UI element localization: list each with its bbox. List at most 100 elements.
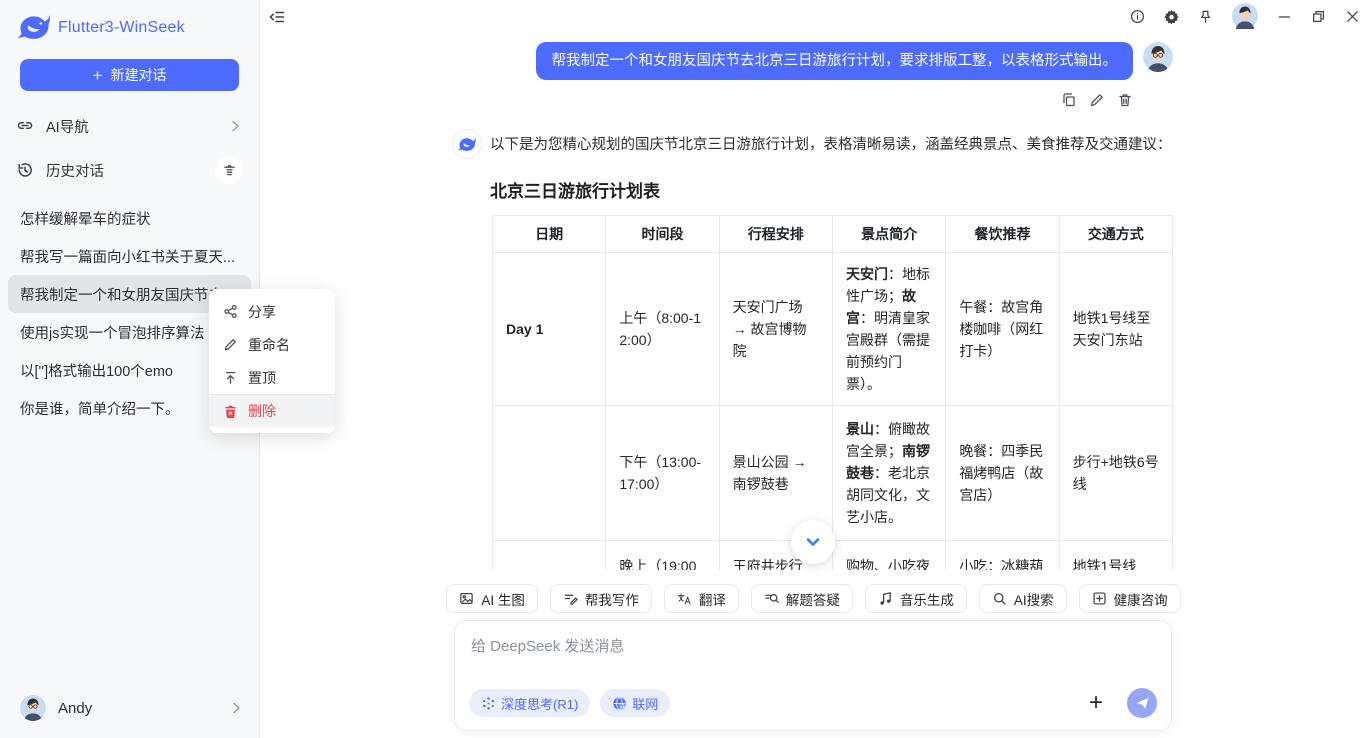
send-plane-icon [1135, 696, 1150, 711]
history-item-label: 你是谁，简单介绍一下。 [20, 398, 180, 419]
copy-icon[interactable] [1061, 92, 1077, 108]
plus-icon: + [93, 67, 103, 84]
history-item[interactable]: 帮我写一篇面向小红书关于夏天... [8, 237, 251, 275]
delete-icon [223, 404, 238, 419]
table-cell: 上午（8:00-12:00） [606, 253, 719, 406]
new-chat-label: 新建对话 [110, 65, 166, 85]
history-item-label: 使用js实现一个冒泡排序算法 [20, 322, 204, 343]
composer-tool-label: 联网 [632, 694, 658, 713]
table-header-cell: 时间段 [606, 216, 719, 253]
user-profile-row[interactable]: Andy [0, 686, 260, 730]
quick-action-chip[interactable]: 音乐生成 [865, 584, 967, 613]
table-cell: 景山：俯瞰故宫全景；南锣鼓巷：老北京胡同文化，文艺小店。 [832, 406, 945, 541]
new-chat-button[interactable]: + 新建对话 [20, 59, 239, 91]
link-icon [16, 117, 34, 135]
user-message-bubble: 帮我制定一个和女朋友国庆节去北京三日游旅行计划，要求排版工整，以表格形式输出。 [536, 42, 1134, 80]
context-menu-item[interactable]: 删除 [209, 394, 335, 427]
app-title: Flutter3-WinSeek [58, 19, 185, 37]
composer-tool-label: 深度思考(R1) [501, 694, 578, 713]
table-cell: 步行+地铁6号线 [1059, 406, 1172, 541]
table-cell: 下午（13:00-17:00） [606, 406, 719, 541]
delete-message-icon[interactable] [1117, 92, 1133, 108]
table-header-cell: 餐饮推荐 [946, 216, 1059, 253]
minimize-icon[interactable] [1277, 9, 1292, 24]
ai-nav-label: AI导航 [46, 116, 227, 137]
user-name: Andy [58, 700, 228, 717]
attach-plus-icon[interactable]: + [1083, 691, 1109, 715]
sidebar-item-ai-nav[interactable]: AI导航 [16, 111, 243, 141]
quick-action-label: 翻译 [699, 589, 726, 609]
search-icon [992, 591, 1007, 606]
quick-action-label: 健康咨询 [1114, 589, 1168, 609]
table-cell: Day 1 [493, 253, 606, 406]
itinerary-table-container: 日期时间段行程安排景点简介餐饮推荐交通方式Day 1上午（8:00-12:00）… [492, 215, 1173, 570]
composer: 深度思考(R1) 联网 + [454, 620, 1172, 731]
quick-action-chip[interactable]: 解题答疑 [751, 584, 853, 613]
quick-action-chip[interactable]: AI 生图 [446, 584, 538, 613]
history-item-label: 帮我写一篇面向小红书关于夏天... [20, 246, 235, 267]
context-menu: 分享 重命名 置顶 删除 [209, 289, 335, 433]
history-item-label: 以['']格式输出100个emo [20, 360, 173, 381]
settings-icon[interactable] [1164, 9, 1179, 24]
table-cell: 午餐：故宫角楼咖啡（网红打卡） [946, 253, 1059, 406]
context-menu-item[interactable]: 分享 [209, 295, 335, 328]
history-item[interactable]: 怎样缓解晕车的症状 [8, 199, 251, 237]
titlebar-user-avatar[interactable] [1232, 3, 1258, 29]
table-header-cell: 日期 [493, 216, 606, 253]
user-message-row: 帮我制定一个和女朋友国庆节去北京三日游旅行计划，要求排版工整，以表格形式输出。 [454, 42, 1173, 80]
sidebar-item-history[interactable]: 历史对话 [16, 155, 243, 185]
table-cell [493, 406, 606, 541]
pin-top-icon [223, 370, 238, 385]
edit-icon[interactable] [1089, 92, 1105, 108]
history-icon [16, 161, 34, 179]
titlebar [1130, 0, 1360, 32]
table-cell [493, 541, 606, 571]
expand-button[interactable] [791, 520, 835, 564]
quick-action-chip[interactable]: 翻译 [664, 584, 739, 613]
context-menu-item-label: 删除 [248, 401, 276, 421]
quick-action-chip[interactable]: AI搜索 [979, 584, 1067, 613]
share-icon [223, 304, 238, 319]
spark-icon [481, 696, 496, 711]
composer-tool-pill[interactable]: 联网 [600, 689, 670, 717]
quick-action-label: AI 生图 [481, 589, 525, 609]
quick-action-chip[interactable]: 健康咨询 [1079, 584, 1181, 613]
history-item-label: 帮我制定一个和女朋友国庆节去... [20, 284, 235, 305]
app-window: Flutter3-WinSeek + 新建对话 AI导航 历史对话 [0, 0, 1366, 738]
table-header-cell: 景点简介 [832, 216, 945, 253]
table-cell: 地铁1号线 [1059, 541, 1172, 571]
tool-pills: 深度思考(R1) 联网 [469, 689, 670, 717]
message-actions [454, 92, 1133, 108]
table-cell: 天安门广场 → 故宫博物院 [719, 253, 832, 406]
brand: Flutter3-WinSeek [0, 0, 259, 51]
table-cell: 小吃：冰糖葫芦、炸酱 [946, 541, 1059, 571]
composer-tool-pill[interactable]: 深度思考(R1) [469, 689, 590, 717]
context-menu-item-label: 分享 [248, 302, 276, 322]
context-menu-item-label: 置顶 [248, 368, 276, 388]
whale-logo-icon [16, 14, 52, 41]
context-menu-item[interactable]: 置顶 [209, 361, 335, 394]
table-cell: 购物、小吃夜市，体验 [832, 541, 945, 571]
solve-icon [764, 591, 779, 606]
table-cell: 天安门：地标性广场；故宫：明清皇家宫殿群（需提前预约门票）。 [832, 253, 945, 406]
pin-icon[interactable] [1198, 9, 1213, 24]
clear-history-button[interactable] [215, 156, 243, 184]
quick-action-chip[interactable]: 帮我写作 [550, 584, 652, 613]
table-header-cell: 交通方式 [1059, 216, 1172, 253]
context-menu-item[interactable]: 重命名 [209, 328, 335, 361]
chevron-down-icon [803, 532, 823, 552]
message-input[interactable] [455, 621, 1171, 669]
maximize-icon[interactable] [1311, 9, 1326, 24]
chat-user-avatar [1143, 42, 1173, 72]
quick-actions-row: AI 生图 帮我写作 翻译 解题答疑 音乐生成 AI搜索 健康咨询 [454, 584, 1173, 613]
close-icon[interactable] [1345, 9, 1360, 24]
table-title: 北京三日游旅行计划表 [490, 177, 660, 202]
collapse-sidebar-icon[interactable] [268, 8, 286, 26]
composer-toolbar: 深度思考(R1) 联网 + [455, 688, 1171, 718]
history-item-label: 怎样缓解晕车的症状 [20, 208, 151, 229]
info-icon[interactable] [1130, 9, 1145, 24]
table-row: 下午（13:00-17:00）景山公园 → 南锣鼓巷景山：俯瞰故宫全景；南锣鼓巷… [493, 406, 1173, 541]
health-icon [1092, 591, 1107, 606]
rename-icon [223, 337, 238, 352]
send-button[interactable] [1127, 688, 1157, 718]
